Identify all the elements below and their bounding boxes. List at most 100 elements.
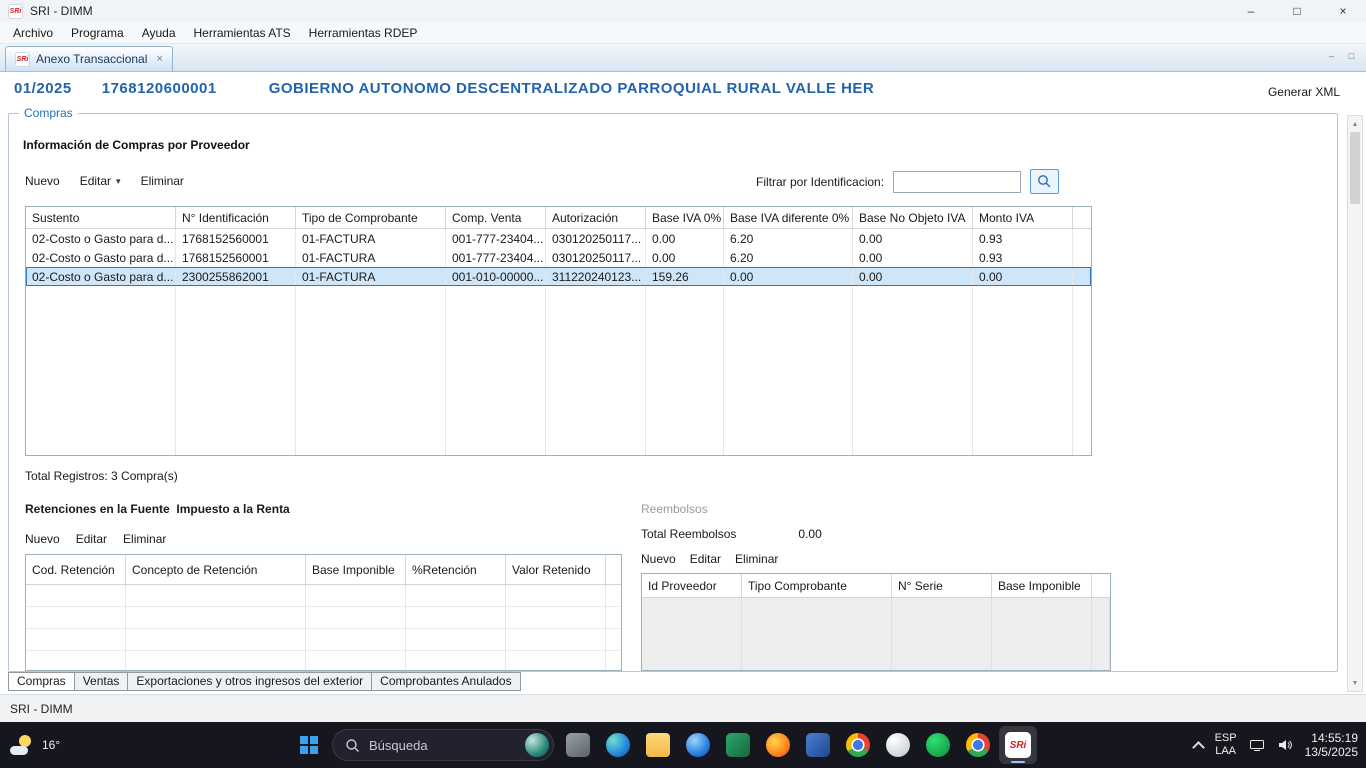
internet-taskbar-button[interactable] [679,726,717,764]
scroll-up-icon[interactable]: ▲ [1348,117,1362,131]
keyboard-layout[interactable]: ESP LAA [1215,732,1237,758]
column-header-retencion[interactable]: %Retención [406,555,506,584]
maximize-button[interactable]: □ [1274,0,1320,22]
menu-archivo[interactable]: Archivo [4,22,62,44]
table-cell: 2300255862001 [176,267,296,286]
ret-eliminar-button[interactable]: Eliminar [123,532,166,546]
reemb-nuevo-button[interactable]: Nuevo [641,552,676,566]
menu-herramientas-rdep[interactable]: Herramientas RDEP [300,22,427,44]
tab-ventas[interactable]: Ventas [75,672,129,691]
table-row[interactable]: 02-Costo o Gasto para d...17681525600010… [26,248,1091,267]
column-header-cod-retencion[interactable]: Cod. Retención [26,555,126,584]
spotify-icon [926,733,950,757]
table-cell: 0.00 [853,229,973,248]
column-header-id-proveedor[interactable]: Id Proveedor [642,574,742,597]
column-header-valor-retenido[interactable]: Valor Retenido [506,555,606,584]
column-header-tipo-de-comprobante[interactable]: Tipo de Comprobante [296,207,446,228]
column-header-filler [606,555,621,584]
menu-ayuda[interactable]: Ayuda [133,22,185,44]
ret-eliminar-label: Eliminar [123,532,166,546]
editar-button[interactable]: Editar ▾ [80,174,121,188]
menu-herramientas-ats[interactable]: Herramientas ATS [185,22,300,44]
view-minimize-icon[interactable]: – [1324,48,1339,63]
table-cell [406,607,506,628]
caret-down-icon: ▾ [116,176,121,187]
compras-section-title: Información de Compras por Proveedor [23,138,250,152]
clock[interactable]: 14:55:19 13/5/2025 [1305,731,1358,759]
taskbar-search[interactable]: Búsqueda [332,729,554,761]
table-filler-cell [646,286,724,455]
camera-taskbar-button[interactable] [559,726,597,764]
vertical-scrollbar[interactable]: ▲ ▼ [1347,115,1363,692]
edge-taskbar-button[interactable] [599,726,637,764]
game-controller-icon [886,733,910,757]
spotify-taskbar-button[interactable] [919,726,957,764]
table-cell: 311220240123... [546,267,646,286]
weather-widget[interactable]: 16° [10,722,60,768]
tab-close-icon[interactable]: × [156,53,162,65]
table-cell-filler [606,607,621,628]
tray-chevron-up-icon[interactable] [1192,741,1205,754]
column-header-n-serie[interactable]: N° Serie [892,574,992,597]
table-cell: 001-777-23404... [446,248,546,267]
column-header-sustento[interactable]: Sustento [26,207,176,228]
reemb-editar-button[interactable]: Editar [690,552,721,566]
retenciones-table: Cod. RetenciónConcepto de RetenciónBase … [25,554,622,671]
table-cell: 0.00 [646,229,724,248]
menu-programa[interactable]: Programa [62,22,133,44]
column-header-monto-iva[interactable]: Monto IVA [973,207,1073,228]
column-header-base-iva-0[interactable]: Base IVA 0% [646,207,724,228]
table-row[interactable]: 02-Costo o Gasto para d...17681525600010… [26,229,1091,248]
table-cell-filler [606,585,621,606]
close-button[interactable]: × [1320,0,1366,22]
tab-exportaciones-y-otros-ingresos-del-exterior[interactable]: Exportaciones y otros ingresos del exter… [128,672,372,691]
network-icon[interactable] [1249,737,1265,753]
tab-comprobantes-anulados[interactable]: Comprobantes Anulados [372,672,520,691]
column-header-tipo-comprobante[interactable]: Tipo Comprobante [742,574,892,597]
sri-taskbar-button[interactable]: SRi [999,726,1037,764]
tab-strip: SRi Anexo Transaccional × – □ [0,44,1366,72]
column-header-base-imponible[interactable]: Base Imponible [306,555,406,584]
column-header-n-identificacion[interactable]: N° Identificación [176,207,296,228]
game-controller-taskbar-button[interactable] [879,726,917,764]
column-header-base-iva-diferente-0[interactable]: Base IVA diferente 0% [724,207,853,228]
view-maximize-icon[interactable]: □ [1344,48,1359,63]
minimize-button[interactable]: – [1228,0,1274,22]
folder-taskbar-button[interactable] [639,726,677,764]
column-header-base-no-objeto-iva[interactable]: Base No Objeto IVA [853,207,973,228]
column-header-autorizacion[interactable]: Autorización [546,207,646,228]
table-cell [306,629,406,650]
ret-editar-button[interactable]: Editar [76,532,107,546]
eliminar-button[interactable]: Eliminar [141,174,184,188]
start-button[interactable] [290,726,328,764]
chrome-taskbar-button[interactable] [959,726,997,764]
scrollbar-thumb[interactable] [1350,132,1360,204]
table-cell [26,607,126,628]
table-cell [506,651,606,671]
filter-input[interactable] [893,171,1021,193]
column-header-comp-venta[interactable]: Comp. Venta [446,207,546,228]
eliminar-label: Eliminar [141,174,184,188]
reemb-eliminar-button[interactable]: Eliminar [735,552,778,566]
table-row[interactable]: 02-Costo o Gasto para d...23002558620010… [26,267,1091,286]
table-filler-cell [26,286,176,455]
tab-compras[interactable]: Compras [8,672,75,691]
scroll-down-icon[interactable]: ▼ [1348,676,1362,690]
column-header-filler [1092,574,1110,597]
column-header-base-imponible[interactable]: Base Imponible [992,574,1092,597]
chrome-taskbar-button[interactable] [839,726,877,764]
table-cell [126,629,306,650]
excel-taskbar-button[interactable] [719,726,757,764]
table-cell-filler [1073,248,1091,267]
firefox-taskbar-button[interactable] [759,726,797,764]
column-header-concepto-de-retencion[interactable]: Concepto de Retención [126,555,306,584]
tab-anexo-transaccional[interactable]: SRi Anexo Transaccional × [5,46,173,71]
ret-nuevo-button[interactable]: Nuevo [25,532,60,546]
search-button[interactable] [1030,169,1059,194]
volume-icon[interactable] [1277,737,1293,753]
nuevo-button[interactable]: Nuevo [25,174,60,188]
generar-xml-button[interactable]: Generar XML [1268,85,1340,99]
table-cell [406,585,506,606]
word-taskbar-button[interactable] [799,726,837,764]
table-cell [26,651,126,671]
